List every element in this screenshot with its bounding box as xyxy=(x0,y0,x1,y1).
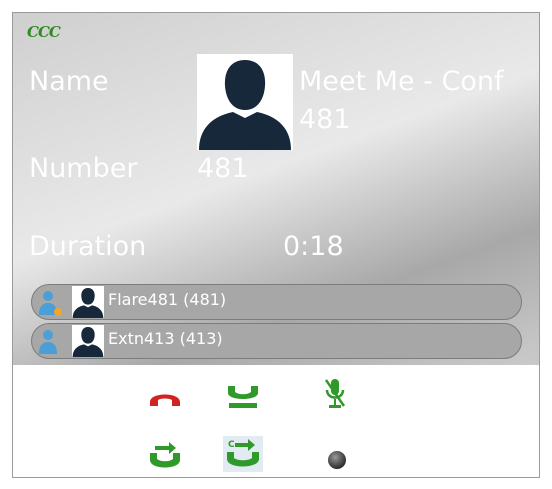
hold-button[interactable] xyxy=(223,379,263,415)
app-logo: CCC xyxy=(27,23,61,41)
call-panel: CCC Name Meet Me - Conf 481 Number 481 D… xyxy=(12,12,540,478)
transfer-icon xyxy=(150,442,180,468)
participant-avatar xyxy=(72,286,104,318)
person-silhouette-icon xyxy=(197,54,293,150)
participant-row[interactable]: Flare481 (481) xyxy=(31,284,522,320)
actions-area xyxy=(13,365,539,477)
hangup-button[interactable] xyxy=(145,379,185,415)
participant-row[interactable]: Extn413 (413) xyxy=(31,323,522,359)
participant-label: Extn413 (413) xyxy=(108,329,223,348)
transfer-button[interactable] xyxy=(145,438,185,474)
duration-label: Duration xyxy=(29,231,147,262)
consult-transfer-button[interactable]: C xyxy=(223,436,263,472)
user-icon xyxy=(39,330,57,354)
name-number-value: 481 xyxy=(299,104,351,135)
hold-icon xyxy=(228,386,258,408)
person-silhouette-icon xyxy=(72,288,104,318)
hangup-icon xyxy=(150,394,180,406)
svg-text:C: C xyxy=(228,440,235,450)
record-icon xyxy=(328,451,346,469)
participant-avatar xyxy=(72,325,104,357)
name-label: Name xyxy=(29,66,109,97)
caller-avatar xyxy=(197,54,293,150)
record-button[interactable] xyxy=(317,442,357,478)
participant-label: Flare481 (481) xyxy=(108,290,227,309)
duration-value: 0:18 xyxy=(283,231,344,262)
name-value: Meet Me - Conf xyxy=(299,66,504,97)
microphone-muted-icon xyxy=(324,379,346,408)
number-label: Number xyxy=(29,153,138,184)
consult-transfer-icon: C xyxy=(227,439,259,467)
user-speaking-icon xyxy=(39,291,62,316)
number-value: 481 xyxy=(197,153,249,184)
person-silhouette-icon xyxy=(72,327,104,357)
mute-button[interactable] xyxy=(315,375,355,411)
